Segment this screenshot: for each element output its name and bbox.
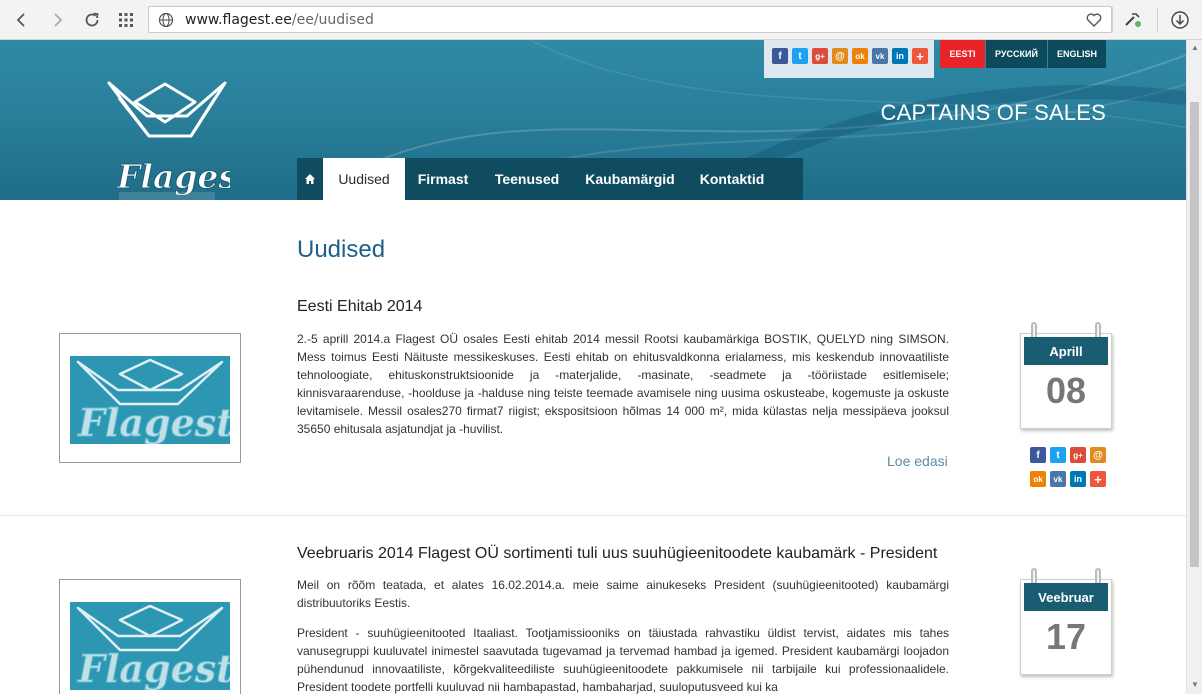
- site-tagline: CAPTAINS OF SALES: [880, 100, 1106, 125]
- mail-icon[interactable]: @: [1090, 447, 1106, 463]
- article-body: Meil on rõõm teatada, et alates 16.02.20…: [297, 576, 949, 694]
- linkedin-icon[interactable]: in: [1070, 471, 1086, 487]
- article-paragraph: 2.-5 aprill 2014.a Flagest OÜ osales Ees…: [297, 332, 949, 436]
- toolbar-separator: [1112, 7, 1113, 32]
- scroll-up-arrow-icon[interactable]: ▲: [1191, 43, 1199, 52]
- calendar-month: Veebruar: [1024, 583, 1108, 611]
- nav-item-uudised[interactable]: Uudised: [323, 158, 405, 200]
- google-plus-icon[interactable]: g+: [812, 48, 828, 64]
- vk-icon[interactable]: vk: [1050, 471, 1066, 487]
- odnoklassniki-icon[interactable]: ok: [852, 48, 868, 64]
- url-text: www.flagest.ee/ee/uudised: [185, 12, 374, 28]
- read-more-link[interactable]: Loe edasi: [887, 453, 948, 469]
- back-icon[interactable]: [9, 8, 33, 32]
- home-icon[interactable]: [297, 158, 323, 200]
- header-social-bar: f t g+ @ ok vk in +: [764, 40, 934, 78]
- more-icon[interactable]: +: [1090, 471, 1106, 487]
- heart-icon[interactable]: [1085, 11, 1103, 34]
- extension-icon[interactable]: [1121, 8, 1145, 32]
- forward-icon[interactable]: [46, 8, 70, 32]
- download-icon[interactable]: [1168, 8, 1192, 32]
- calendar-day: 17: [1045, 616, 1087, 657]
- mail-icon[interactable]: @: [832, 48, 848, 64]
- flagest-logo-image: Flagest: [77, 358, 230, 444]
- flagest-logo-image: Flagest: [77, 604, 230, 690]
- calendar-month: Aprill: [1024, 337, 1108, 365]
- twitter-icon[interactable]: t: [792, 48, 808, 64]
- more-icon[interactable]: +: [912, 48, 928, 64]
- nav-item-teenused[interactable]: Teenused: [481, 158, 573, 200]
- nav-item-kontaktid[interactable]: Kontaktid: [687, 158, 777, 200]
- article-divider: [0, 515, 1186, 516]
- logo-wordmark: Flagest: [116, 157, 230, 196]
- nav-item-kaubamargid[interactable]: Kaubamärgid: [573, 158, 687, 200]
- flagest-logo[interactable]: Flagest: [105, 78, 253, 200]
- article-paragraph: President - suuhügieenitooted Itaaliast.…: [297, 626, 949, 694]
- globe-icon: [158, 12, 174, 33]
- date-calendar: Aprill 08: [1020, 322, 1112, 429]
- main-nav: Uudised Firmast Teenused Kaubamärgid Kon…: [297, 158, 803, 200]
- toolbar-separator-2: [1157, 7, 1158, 32]
- article-share-icons: f t g+ @ ok vk in +: [1030, 447, 1110, 487]
- svg-text:Flagest: Flagest: [77, 400, 230, 444]
- page-title: Uudised: [297, 236, 386, 263]
- linkedin-icon[interactable]: in: [892, 48, 908, 64]
- article-title[interactable]: Eesti Ehitab 2014: [297, 298, 422, 316]
- site-header: Flagest f t g+ @ ok vk in + EESTI РУССКИ…: [0, 40, 1186, 200]
- scrollbar-thumb[interactable]: [1190, 102, 1199, 567]
- article-body: 2.-5 aprill 2014.a Flagest OÜ osales Ees…: [297, 330, 949, 450]
- date-calendar: Veebruar 17: [1020, 568, 1112, 675]
- calendar-day: 08: [1045, 370, 1087, 411]
- facebook-icon[interactable]: f: [1030, 447, 1046, 463]
- nav-item-firmast[interactable]: Firmast: [405, 158, 481, 200]
- article-title[interactable]: Veebruaris 2014 Flagest OÜ sortimenti tu…: [297, 545, 937, 563]
- facebook-icon[interactable]: f: [772, 48, 788, 64]
- vk-icon[interactable]: vk: [872, 48, 888, 64]
- lang-eesti[interactable]: EESTI: [940, 40, 985, 68]
- twitter-icon[interactable]: t: [1050, 447, 1066, 463]
- address-bar[interactable]: www.flagest.ee/ee/uudised: [148, 6, 1112, 33]
- web-page: Flagest f t g+ @ ok vk in + EESTI РУССКИ…: [0, 40, 1186, 694]
- reload-icon[interactable]: [80, 8, 104, 32]
- article-paragraph: Meil on rõõm teatada, et alates 16.02.20…: [297, 578, 949, 610]
- lang-russian[interactable]: РУССКИЙ: [986, 40, 1047, 68]
- svg-text:Flagest: Flagest: [77, 646, 230, 690]
- lang-english[interactable]: ENGLISH: [1048, 40, 1106, 68]
- apps-grid-icon[interactable]: [114, 8, 138, 32]
- article-thumbnail[interactable]: Flagest: [59, 579, 241, 694]
- google-plus-icon[interactable]: g+: [1070, 447, 1086, 463]
- vertical-scrollbar[interactable]: ▲ ▼: [1186, 40, 1202, 694]
- scroll-down-arrow-icon[interactable]: ▼: [1191, 680, 1199, 689]
- article-thumbnail[interactable]: Flagest: [59, 333, 241, 463]
- odnoklassniki-icon[interactable]: ok: [1030, 471, 1046, 487]
- browser-toolbar: www.flagest.ee/ee/uudised: [0, 0, 1202, 40]
